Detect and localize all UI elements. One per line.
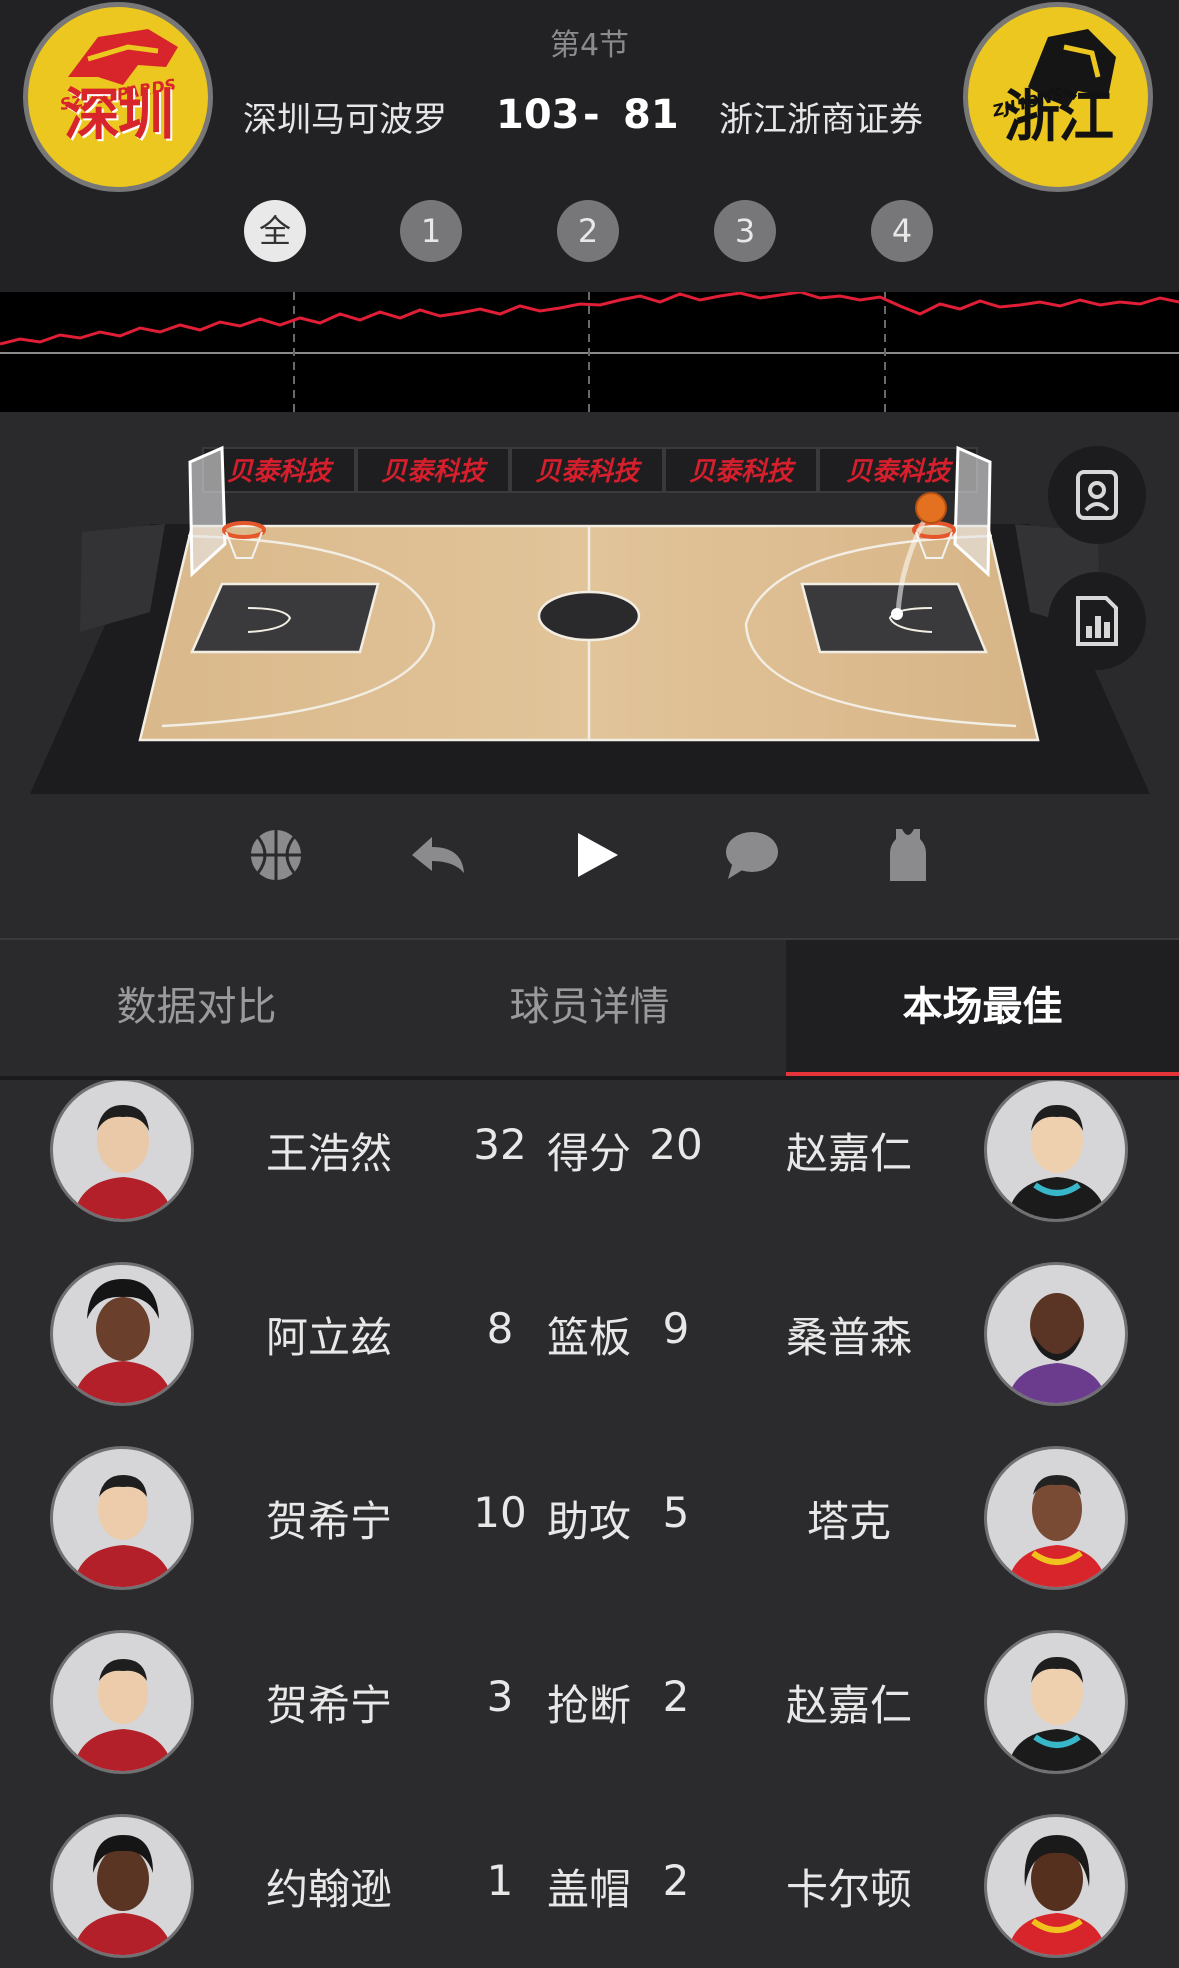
away-player-name: 赵嘉仁	[785, 1129, 912, 1178]
leader-row-points: 王浩然 32 得分 20 赵嘉仁	[0, 1080, 1179, 1262]
scoreboard-header: SZLEOPARDS 深圳 第4节 深圳马可波罗 103 - 81 浙江浙商证券…	[0, 0, 1179, 292]
home-stat-value: 32	[473, 1120, 527, 1169]
away-stat-value: 5	[662, 1488, 690, 1537]
away-stat-value: 20	[649, 1120, 703, 1169]
player-photo-icon	[73, 1279, 173, 1403]
home-player-avatar[interactable]	[50, 1262, 194, 1406]
sponsor-banner-4: 贝泰科技	[689, 457, 797, 487]
stat-category: 助攻	[546, 1497, 631, 1546]
jersey-button[interactable]	[878, 825, 938, 885]
away-player-avatar[interactable]	[984, 1262, 1128, 1406]
away-player-name: 卡尔顿	[785, 1865, 912, 1914]
replay-icon	[412, 837, 464, 873]
player-photo-icon	[73, 1835, 173, 1955]
away-score: 81	[623, 92, 679, 138]
shot-marker	[891, 608, 903, 620]
comment-icon	[726, 832, 778, 879]
basketball-icon	[915, 492, 947, 524]
home-team-name: 深圳马可波罗	[243, 100, 447, 140]
paint-left	[190, 582, 380, 654]
home-logo-city: 深圳	[64, 83, 174, 148]
home-player-name: 阿立兹	[265, 1313, 392, 1362]
sponsor-banner-3: 贝泰科技	[535, 457, 643, 487]
leader-row-blocks: 约翰逊 1 盖帽 2 卡尔顿	[0, 1814, 1179, 1968]
stats-chart-icon	[1076, 596, 1118, 646]
home-stat-value: 1	[486, 1856, 514, 1905]
play-button[interactable]	[566, 825, 626, 885]
quarter-button-1[interactable]: 1	[400, 200, 462, 262]
home-player-avatar[interactable]	[50, 1630, 194, 1774]
home-player-avatar[interactable]	[50, 1814, 194, 1958]
away-player-avatar[interactable]	[984, 1080, 1128, 1222]
away-stat-value: 2	[662, 1856, 690, 1905]
leader-row-assists: 贺希宁 10 助攻 5 塔克	[0, 1446, 1179, 1630]
home-stat-value: 8	[486, 1304, 514, 1353]
home-score: 103	[496, 92, 580, 138]
away-team-logo[interactable]: ZJLIONS 浙江	[963, 2, 1153, 192]
away-logo-city: 浙江	[1004, 85, 1114, 150]
basketball-icon	[251, 830, 301, 880]
away-player-avatar[interactable]	[984, 1630, 1128, 1774]
sponsor-banner-2: 贝泰科技	[381, 457, 489, 487]
leader-row-steals: 贺希宁 3 抢断 2 赵嘉仁	[0, 1630, 1179, 1814]
player-photo-icon	[1007, 1835, 1107, 1955]
jersey-icon	[890, 829, 926, 881]
basketball-button[interactable]	[246, 825, 306, 885]
player-card-button[interactable]	[1048, 446, 1146, 544]
away-player-avatar[interactable]	[984, 1814, 1128, 1958]
game-leaders-list: 王浩然 32 得分 20 赵嘉仁 阿立兹 8 篮板 9 桑普森 贺希宁 10 助…	[0, 1080, 1179, 1968]
sponsor-banner-1: 贝泰科技	[227, 457, 335, 487]
stat-category: 得分	[546, 1129, 631, 1178]
stat-category: 抢断	[546, 1681, 631, 1730]
play-icon	[578, 833, 618, 877]
score-momentum-chart	[0, 292, 1179, 412]
player-photo-icon	[1007, 1293, 1107, 1403]
home-stat-value: 3	[486, 1672, 514, 1721]
tab-data-comparison[interactable]: 数据对比	[0, 940, 393, 1078]
away-player-avatar[interactable]	[984, 1446, 1128, 1590]
away-player-name: 塔克	[806, 1497, 891, 1546]
sponsor-boards: 贝泰科技 贝泰科技 贝泰科技 贝泰科技 贝泰科技	[202, 447, 978, 493]
home-stat-value: 10	[473, 1488, 527, 1537]
player-photo-icon	[73, 1659, 173, 1771]
player-photo-icon	[1007, 1105, 1107, 1219]
home-player-name: 约翰逊	[265, 1865, 392, 1914]
replay-button[interactable]	[408, 825, 468, 885]
home-player-avatar[interactable]	[50, 1446, 194, 1590]
quarter-button-3[interactable]: 3	[714, 200, 776, 262]
tab-bar: 数据对比 球员详情 本场最佳	[0, 938, 1179, 1078]
away-stat-value: 9	[662, 1304, 690, 1353]
home-player-name: 王浩然	[265, 1129, 392, 1178]
away-team-name: 浙江浙商证券	[719, 100, 923, 140]
stat-category: 盖帽	[546, 1865, 631, 1914]
stat-category: 篮板	[546, 1313, 631, 1362]
home-player-name: 贺希宁	[265, 1497, 392, 1546]
quarter-button-all[interactable]: 全	[244, 200, 306, 262]
center-circle	[537, 590, 641, 642]
home-player-avatar[interactable]	[50, 1080, 194, 1222]
away-player-name: 桑普森	[785, 1313, 912, 1362]
away-player-name: 赵嘉仁	[785, 1681, 912, 1730]
away-stat-value: 2	[662, 1672, 690, 1721]
stats-chart-button[interactable]	[1048, 572, 1146, 670]
home-player-name: 贺希宁	[265, 1681, 392, 1730]
playback-controls	[0, 800, 1179, 936]
player-photo-icon	[1007, 1475, 1107, 1587]
tab-game-best[interactable]: 本场最佳	[786, 940, 1179, 1078]
score-separator: -	[583, 92, 600, 138]
sponsor-banner-5: 贝泰科技	[846, 457, 954, 487]
quarter-button-4[interactable]: 4	[871, 200, 933, 262]
player-photo-icon	[73, 1105, 173, 1219]
tab-player-details[interactable]: 球员详情	[393, 940, 786, 1078]
comment-button[interactable]	[722, 825, 782, 885]
leader-row-rebounds: 阿立兹 8 篮板 9 桑普森	[0, 1262, 1179, 1446]
player-photo-icon	[73, 1475, 173, 1587]
quarter-button-2[interactable]: 2	[557, 200, 619, 262]
player-photo-icon	[1007, 1657, 1107, 1771]
player-card-icon	[1076, 470, 1118, 520]
